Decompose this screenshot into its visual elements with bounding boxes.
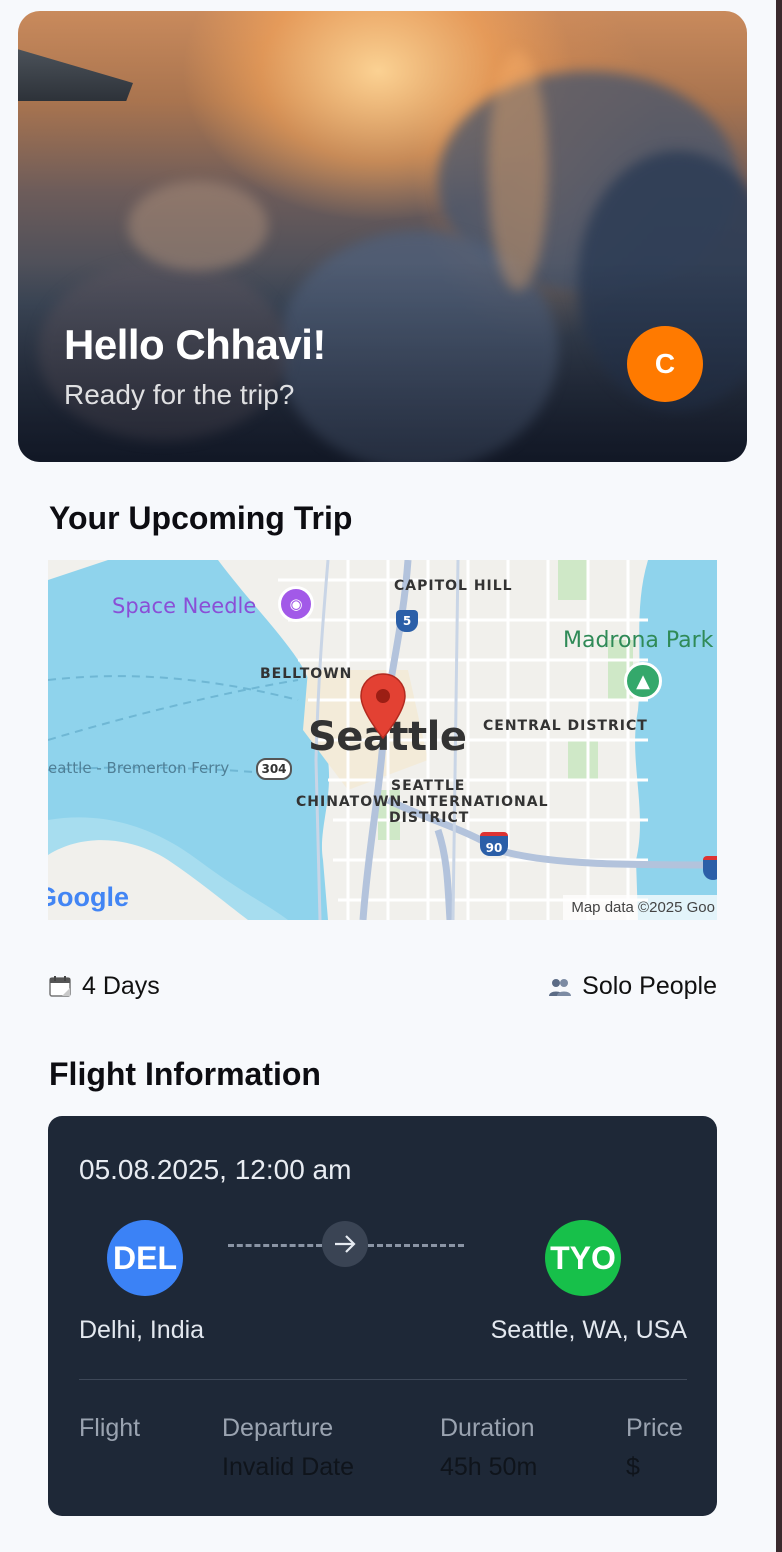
greeting-subtitle: Ready for the trip? bbox=[64, 379, 295, 410]
trip-duration: 4 Days bbox=[48, 972, 160, 1001]
map-label-central-district: CENTRAL DISTRICT bbox=[483, 718, 648, 734]
map-label-capitol-hill: CAPITOL HILL bbox=[394, 578, 513, 594]
route-5-shield-icon: 5 bbox=[396, 610, 418, 632]
flight-card[interactable]: 05.08.2025, 12:00 am DEL TYO Delhi, Indi… bbox=[48, 1116, 717, 1516]
trip-people: Solo People bbox=[548, 972, 717, 1001]
destination-airport-badge: TYO bbox=[545, 1220, 621, 1296]
map-label-madrona-park: Madrona Park bbox=[563, 628, 714, 653]
window-edge bbox=[776, 0, 782, 1552]
map-label-district-line2: CHINATOWN-INTERNATIONAL bbox=[296, 794, 549, 810]
park-tree-icon[interactable]: ▲ bbox=[624, 662, 662, 700]
greeting-title: Hello Chhavi! bbox=[64, 321, 326, 368]
origin-airport-badge: DEL bbox=[107, 1220, 183, 1296]
route-90-shield-icon: 90 bbox=[480, 832, 508, 856]
route-304-shield-icon: 304 bbox=[256, 758, 292, 780]
duration-label: Duration bbox=[440, 1414, 535, 1442]
price-label: Price bbox=[626, 1414, 683, 1442]
google-logo: Google bbox=[48, 882, 129, 912]
flight-information-title: Flight Information bbox=[49, 1056, 321, 1092]
user-avatar[interactable]: C bbox=[627, 326, 703, 402]
trip-people-label: Solo People bbox=[582, 971, 717, 1000]
destination-city: Seattle, WA, USA bbox=[490, 1316, 687, 1344]
map-label-district-line1: SEATTLE bbox=[391, 778, 466, 794]
duration-column: Duration 45h 50m bbox=[440, 1414, 537, 1482]
trip-map[interactable]: Space Needle ◉ CAPITOL HILL 5 Madrona Pa… bbox=[48, 560, 717, 920]
route-line-right bbox=[368, 1244, 464, 1247]
map-label-ferry: eattle - Bremerton Ferry bbox=[48, 759, 230, 777]
trip-summary-row: 4 Days Solo People bbox=[48, 966, 717, 1006]
map-label-space-needle: Space Needle bbox=[112, 594, 257, 618]
upcoming-trip-title: Your Upcoming Trip bbox=[49, 500, 353, 536]
departure-value: Invalid Date bbox=[222, 1453, 355, 1481]
map-attribution[interactable]: Map data ©2025 Goo bbox=[563, 895, 717, 920]
people-icon bbox=[548, 974, 572, 998]
price-value: $ bbox=[626, 1453, 640, 1481]
airplane-wing bbox=[18, 43, 133, 101]
price-column: Price $ bbox=[626, 1414, 683, 1482]
flight-datetime: 05.08.2025, 12:00 am bbox=[79, 1154, 352, 1185]
map-label-belltown: BELLTOWN bbox=[260, 666, 353, 682]
flight-number-label: Flight bbox=[79, 1414, 141, 1442]
hero-banner: Hello Chhavi! Ready for the trip? C bbox=[18, 11, 747, 462]
location-pin-icon[interactable] bbox=[358, 672, 408, 742]
arrow-right-icon bbox=[322, 1221, 368, 1267]
calendar-icon bbox=[48, 974, 72, 998]
duration-value: 45h 50m bbox=[440, 1453, 538, 1481]
trip-duration-label: 4 Days bbox=[82, 971, 160, 1000]
flight-number-column: Flight bbox=[79, 1414, 140, 1453]
departure-label: Departure bbox=[222, 1414, 334, 1442]
card-divider bbox=[79, 1379, 687, 1380]
route-90-shield-partial-icon bbox=[703, 856, 717, 880]
map-label-district-line3: DISTRICT bbox=[389, 810, 470, 826]
origin-city: Delhi, India bbox=[79, 1316, 205, 1344]
camera-icon[interactable]: ◉ bbox=[278, 586, 314, 622]
route-line-left bbox=[228, 1244, 322, 1247]
departure-column: Departure Invalid Date bbox=[222, 1414, 354, 1482]
